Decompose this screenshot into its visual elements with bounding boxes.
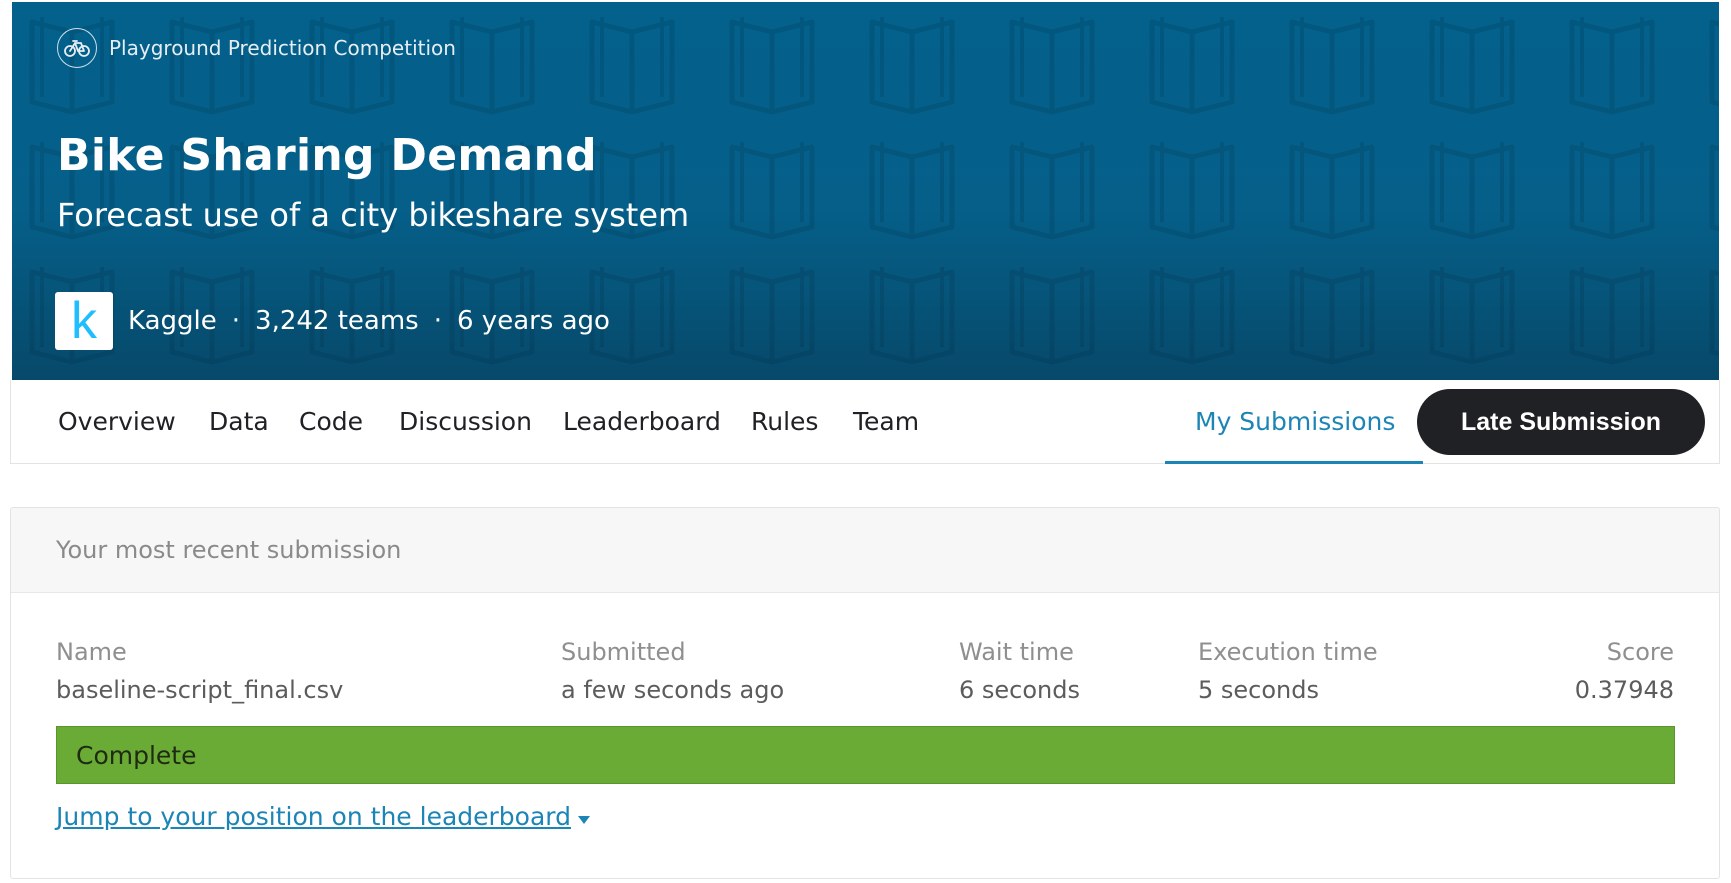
recent-submission-card: Your most recent submission Name baselin… [10,507,1720,879]
execution-time-value: 5 seconds [1198,676,1319,704]
jump-to-leaderboard-link[interactable]: Jump to your position on the leaderboard [56,802,591,831]
submitted-value: a few seconds ago [561,676,785,704]
page-subtitle: Forecast use of a city bikeshare system [57,196,690,234]
tab-overview[interactable]: Overview [58,380,176,464]
status-bar: Complete [56,726,1675,784]
wait-time-label: Wait time [959,638,1074,666]
kaggle-logo-icon[interactable]: k [55,292,113,350]
jump-link-label[interactable]: Jump to your position on the leaderboard [56,802,571,831]
host-info: k Kaggle · 3,242 teams · 6 years ago [55,292,610,350]
competition-type: Playground Prediction Competition [57,28,456,68]
execution-time-column: Execution time 5 seconds [1198,638,1378,704]
submitted-column: Submitted a few seconds ago [561,638,784,704]
team-count: 3,242 teams [255,306,419,336]
late-submission-button[interactable]: Late Submission [1417,389,1705,455]
status-text: Complete [76,740,197,770]
competition-type-label: Playground Prediction Competition [109,36,456,60]
name-label: Name [56,638,127,666]
caret-down-icon[interactable] [577,802,591,831]
submitted-label: Submitted [561,638,686,666]
page-title: Bike Sharing Demand [57,130,597,181]
tab-rules[interactable]: Rules [751,380,818,464]
bicycle-icon [57,28,97,68]
separator-dot: · [433,306,442,336]
score-column: Score 0.37948 [1575,638,1674,704]
name-value: baseline-script_final.csv [56,676,344,704]
card-title: Your most recent submission [11,508,1719,593]
host-name[interactable]: Kaggle [128,306,217,336]
tab-leaderboard[interactable]: Leaderboard [563,380,721,464]
score-value: 0.37948 [1574,676,1674,704]
competition-header: Playground Prediction Competition Bike S… [12,2,1719,380]
separator-dot: · [231,306,241,336]
tab-discussion[interactable]: Discussion [399,380,532,464]
execution-time-label: Execution time [1198,638,1378,666]
competition-tabs: Overview Data Code Discussion Leaderboar… [10,380,1720,464]
score-label: Score [1606,638,1674,666]
wait-time-value: 6 seconds [959,676,1080,704]
tab-code[interactable]: Code [299,380,363,464]
tab-my-submissions[interactable]: My Submissions [1164,380,1424,464]
name-column: Name baseline-script_final.csv [56,638,343,704]
tab-data[interactable]: Data [209,380,269,464]
wait-time-column: Wait time 6 seconds [959,638,1080,704]
tab-team[interactable]: Team [853,380,919,464]
competition-age: 6 years ago [457,306,610,336]
